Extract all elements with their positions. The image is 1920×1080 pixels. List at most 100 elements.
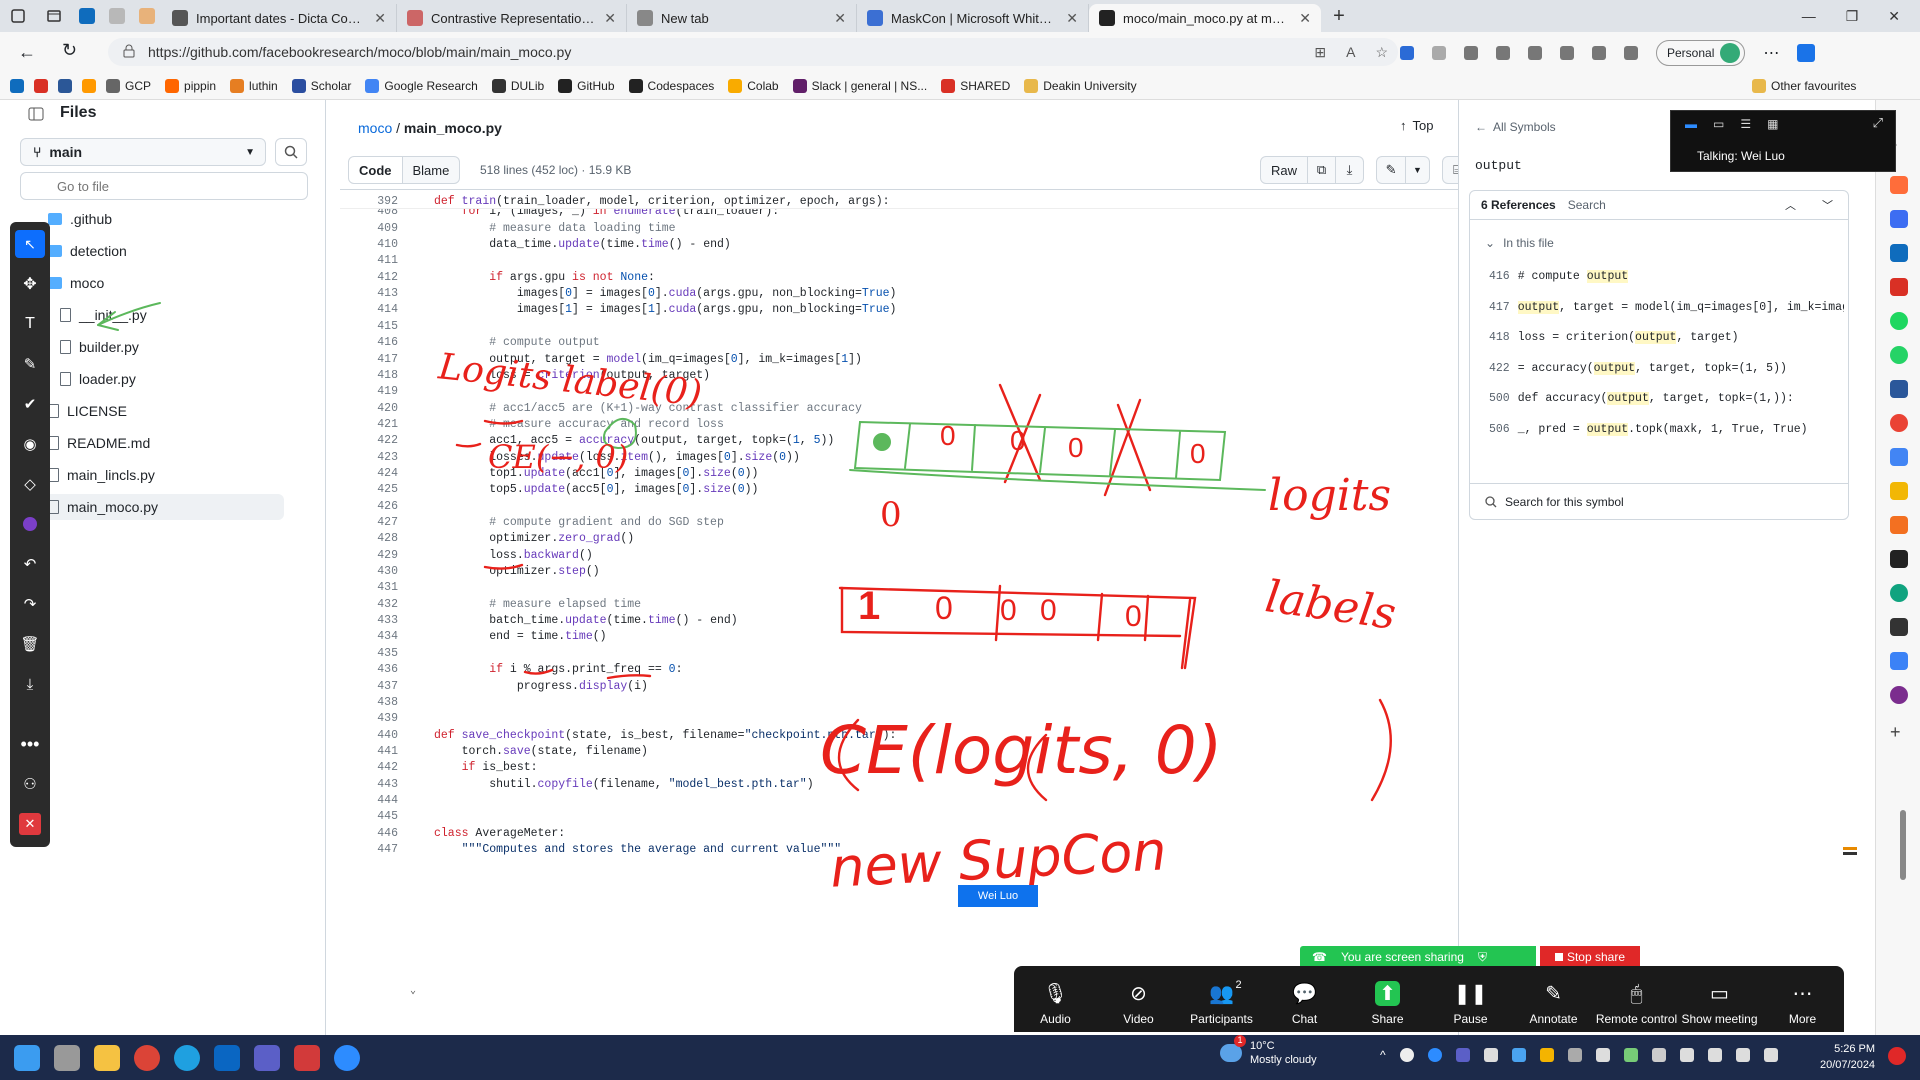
favorite-item[interactable]: Deakin University (1024, 78, 1137, 93)
chatgpt-icon[interactable] (1890, 584, 1908, 602)
more-icon[interactable]: ••• (10, 730, 50, 758)
close-tab-icon[interactable]: ✕ (374, 10, 386, 27)
pinned-tab-e[interactable] (132, 2, 162, 30)
gmail-fav-icon[interactable] (34, 78, 48, 93)
expand-icon[interactable]: ⤢ (1873, 115, 1883, 131)
refresh-icon[interactable]: ↻ (62, 40, 77, 61)
tray-icon[interactable] (1595, 1048, 1610, 1062)
back-icon[interactable]: ← (18, 42, 36, 63)
favorite-item[interactable]: pippin (165, 78, 216, 93)
outlook-icon[interactable] (1890, 244, 1908, 262)
color-picker-icon[interactable] (23, 517, 37, 531)
favorite-item[interactable]: Slack | general | NS... (792, 78, 927, 93)
close-tab-icon[interactable]: ✕ (1299, 10, 1311, 27)
acrobat-icon[interactable] (294, 1044, 320, 1071)
stamp-check-icon[interactable]: ✔ (10, 390, 50, 418)
battery-icon[interactable] (1763, 1048, 1778, 1062)
zoom-button-annotate[interactable]: ✎ Annotate (1512, 981, 1595, 1026)
n-fav-icon[interactable] (58, 78, 72, 93)
favorite-item[interactable]: DULib (491, 78, 544, 93)
close-toolbar-icon[interactable]: ✕ (19, 813, 41, 835)
stop-share-button[interactable]: Stop share (1540, 946, 1640, 968)
eraser-icon[interactable]: ◇ (10, 470, 50, 498)
wifi-icon[interactable] (1707, 1048, 1722, 1062)
minimize-window-icon[interactable]: — (1802, 8, 1816, 25)
file-tree-item[interactable]: __init__.py (60, 302, 147, 328)
zoom-app-icon[interactable] (334, 1044, 360, 1071)
browser-tab[interactable]: New tab ✕ (627, 4, 857, 32)
url-bar[interactable]: https://github.com/facebookresearch/moco… (108, 38, 1398, 66)
breadcrumb-repo[interactable]: moco (358, 120, 392, 136)
search-files-button[interactable] (275, 138, 307, 166)
close-tab-icon[interactable]: ✕ (604, 10, 616, 27)
spotlight-icon[interactable]: ◉ (10, 430, 50, 458)
sidebar-app-icon[interactable] (1890, 210, 1908, 228)
search-symbol-button[interactable]: Search for this symbol (1469, 483, 1849, 519)
file-tree-item[interactable]: moco (48, 270, 104, 296)
calculator-icon[interactable] (1890, 380, 1908, 398)
favorite-item[interactable]: Google Research (365, 78, 478, 93)
save-download-icon[interactable]: ⤓ (10, 670, 50, 698)
tray-icon[interactable] (1567, 1048, 1582, 1062)
add-icon[interactable]: + (1890, 722, 1901, 743)
favorite-item[interactable]: Codespaces (628, 78, 714, 93)
tray-drive-icon[interactable] (1539, 1048, 1554, 1062)
google-icon[interactable] (1890, 414, 1908, 432)
clock[interactable]: 5:26 PM 20/07/2024 (1820, 1041, 1875, 1073)
file-tree-item[interactable]: .github (48, 206, 112, 232)
tray-icon[interactable] (1651, 1048, 1666, 1062)
favorite-item[interactable]: SHARED (941, 78, 1010, 93)
zoom-button-video[interactable]: ⊘ Video (1097, 981, 1180, 1026)
zoom-button-pause[interactable]: ❚❚ Pause (1429, 981, 1512, 1026)
extensions-icon[interactable] (1464, 46, 1478, 60)
tab-blame[interactable]: Blame (402, 156, 461, 184)
zoom-button-audio[interactable]: 🎙 Audio (1014, 981, 1097, 1026)
fav-icon[interactable] (82, 78, 96, 93)
fold-chevron-icon[interactable]: ⌄ (410, 985, 416, 997)
favorite-item[interactable]: Other favourites (1752, 78, 1856, 93)
chevron-up-icon[interactable]: ︿ (1785, 197, 1796, 213)
sidebar-app-icon[interactable] (1890, 686, 1908, 704)
clear-trash-icon[interactable]: 🗑 (10, 630, 50, 658)
browser-tab[interactable]: MaskCon | Microsoft Whiteboard ✕ (857, 4, 1089, 32)
all-symbols-link[interactable]: ← All Symbols (1475, 120, 1556, 134)
file-tree-item[interactable]: detection (48, 238, 127, 264)
favorite-item[interactable]: Scholar (291, 78, 351, 93)
branch-selector[interactable]: ⑂ main ▼ (20, 138, 266, 166)
microphone-icon[interactable] (1679, 1048, 1694, 1062)
reference-item[interactable]: 422 = accuracy(output, target, topk=(1, 5… (1489, 361, 1844, 375)
undo-icon[interactable]: ↶ (10, 550, 50, 578)
volume-icon[interactable] (1735, 1048, 1750, 1062)
reference-item[interactable]: 416 # compute output (1489, 270, 1844, 283)
zoom-button-participants[interactable]: 👥 Participants 2 (1180, 979, 1263, 1026)
sjr-icon[interactable] (1890, 516, 1908, 534)
browser-tab[interactable]: Contrastive Representation Lear ✕ (397, 4, 627, 32)
text-tool-icon[interactable]: T (10, 310, 50, 338)
vscode-icon[interactable] (214, 1044, 240, 1071)
close-tab-icon[interactable]: ✕ (834, 10, 846, 27)
tab-actions-icon[interactable] (36, 2, 72, 30)
zoom-button-chat[interactable]: 💬 Chat (1263, 981, 1346, 1026)
copilot-icon[interactable] (1797, 44, 1816, 62)
reference-item[interactable]: 506 _, pred = output.topk(maxk, 1, True, … (1489, 422, 1844, 436)
file-tree-item[interactable]: builder.py (60, 334, 139, 360)
downloads-icon[interactable] (1592, 46, 1606, 60)
favorite-item[interactable]: GCP (106, 78, 151, 93)
weather-widget[interactable]: 1 10°C Mostly cloudy (1220, 1035, 1317, 1067)
zoom-button-share[interactable]: ⬆ Share (1346, 981, 1429, 1026)
outlook-fav-icon[interactable] (10, 78, 24, 93)
collections-icon[interactable] (1528, 46, 1542, 60)
select-pointer-icon[interactable]: ↖ (15, 230, 45, 258)
raw-button[interactable]: Raw (1260, 156, 1309, 184)
tray-teams-icon[interactable] (1455, 1048, 1470, 1062)
site-info-icon[interactable] (122, 44, 136, 58)
layout-icon[interactable]: ▭ (1713, 117, 1724, 131)
chevron-down-icon[interactable]: ﹀ (1822, 197, 1833, 213)
close-window-icon[interactable]: ✕ (1888, 8, 1900, 25)
layout-stack-icon[interactable]: ☰ (1740, 117, 1751, 131)
apps-icon[interactable]: ⊞ (1314, 44, 1326, 61)
edit-dropdown-icon[interactable]: ▼ (1406, 156, 1431, 184)
move-icon[interactable]: ✥ (10, 270, 50, 298)
chevron-up-icon[interactable]: ^ (1380, 1048, 1386, 1062)
chrome-icon[interactable] (134, 1044, 160, 1071)
